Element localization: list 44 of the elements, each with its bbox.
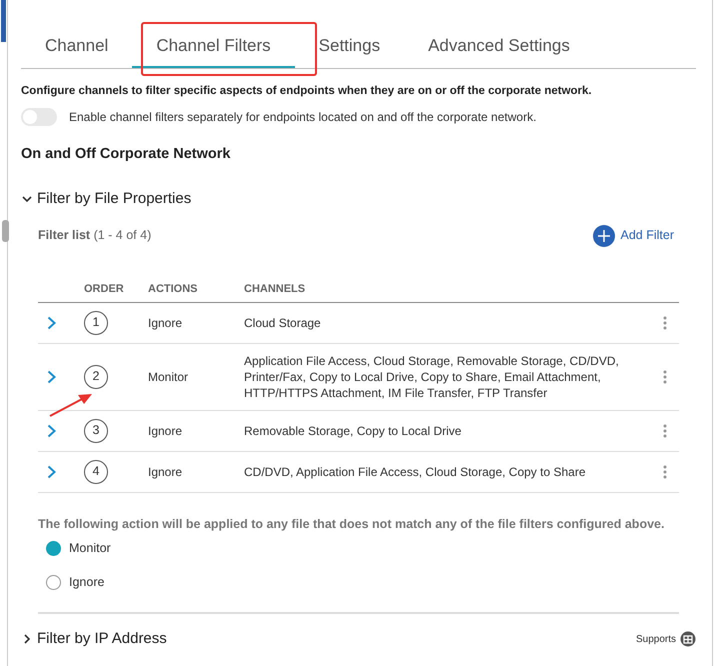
order-number: 3 (84, 418, 108, 442)
section-title: On and Off Corporate Network (21, 145, 232, 164)
table-cell-text: Removable Storage, Copy to Local Drive (244, 422, 462, 440)
more-icon[interactable] (663, 424, 667, 438)
more-icon[interactable] (663, 465, 667, 480)
table-cell-text: Monitor (148, 368, 190, 386)
supports-label: Supports (636, 632, 676, 646)
table-cell-text: Ignore (148, 314, 184, 332)
add-icon (592, 224, 614, 246)
table-cell-text: Ignore (148, 422, 184, 440)
default-action-note: The following action will be applied to any file that does not match any of the file filters configured above. (38, 516, 666, 533)
radio-button[interactable] (46, 574, 61, 590)
table-cell-text: Ignore (148, 464, 184, 480)
order-number: 4 (84, 460, 108, 484)
table-cell-text: CD/DVD, Application File Access, Cloud Storage, Copy to Share (244, 464, 586, 480)
radio-label: Monitor (69, 540, 111, 558)
resize-handle[interactable] (2, 220, 9, 242)
radio-button[interactable] (46, 541, 61, 556)
radio-label: Ignore (69, 574, 104, 591)
column-header: ORDER (84, 282, 125, 297)
order-number: 1 (84, 310, 108, 334)
column-header: ACTIONS (148, 282, 198, 297)
expand-row-icon[interactable] (47, 465, 56, 480)
tab[interactable]: Channel Filters (132, 32, 295, 68)
intro-text: Configure channels to filter specific aspects of endpoints when they are on or off the corporate network. (21, 84, 593, 99)
toggle-label: Enable channel filters separately for endpoints located on and off the corporate network. (69, 109, 536, 126)
more-icon[interactable] (663, 370, 667, 384)
window-edge-strip (1, 0, 6, 42)
group-title[interactable]: Filter by File Properties (37, 188, 192, 210)
order-number: 2 (84, 364, 108, 388)
filter-list-label: Filter list (1 - 4 of 4) (38, 227, 152, 244)
windows-icon (680, 631, 696, 647)
tab[interactable]: Settings (318, 32, 380, 68)
group-title[interactable]: Filter by IP Address (37, 628, 167, 650)
table-cell-text: Application File Access, Cloud Storage, Removable Storage, CD/DVD, Printer/Fax, Copy to Local Drive, Copy to Share, Email Attachment, HTTP/HTTPS Attachment, IM File Transfer, FTP Transfer (244, 352, 620, 402)
tab[interactable]: Channel (45, 32, 108, 68)
expand-row-icon[interactable] (47, 370, 56, 384)
more-icon[interactable] (663, 316, 667, 330)
expand-row-icon[interactable] (47, 316, 56, 330)
tab[interactable]: Advanced Settings (428, 32, 570, 68)
table-cell-text: Cloud Storage (244, 314, 322, 332)
column-header: CHANNELS (244, 282, 306, 297)
add-filter-button[interactable]: Add Filter (592, 224, 674, 246)
expand-row-icon[interactable] (47, 424, 56, 438)
